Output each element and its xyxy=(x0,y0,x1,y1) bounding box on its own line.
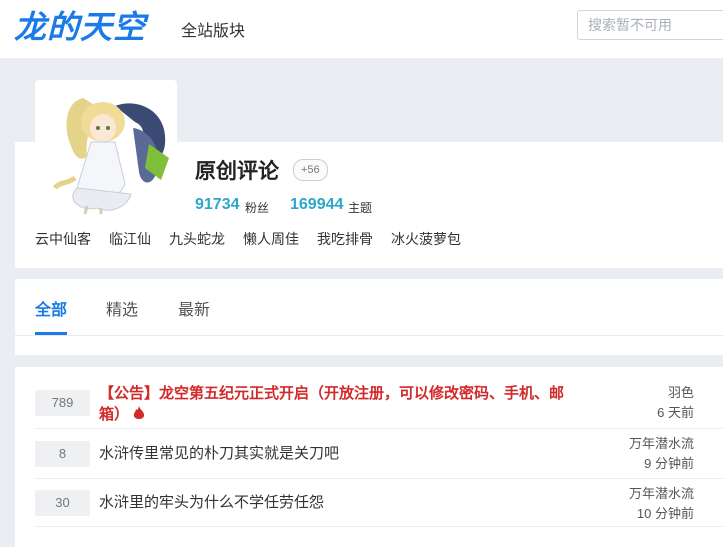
topics-label: 主题 xyxy=(348,201,373,215)
post-meta: 万年潜水流 9 分钟前 xyxy=(629,434,694,474)
fans-count: 91734 xyxy=(195,196,240,213)
all-sections-link[interactable]: 全站版块 xyxy=(181,17,245,41)
moderator-link[interactable]: 九头蛇龙 xyxy=(169,229,225,249)
row-divider xyxy=(35,478,723,479)
moderator-link[interactable]: 云中仙客 xyxy=(35,229,91,249)
moderator-link[interactable]: 临江仙 xyxy=(109,229,151,249)
forum-title: 原创评论 xyxy=(195,160,279,183)
post-author[interactable]: 羽色 xyxy=(657,383,694,403)
post-title-link[interactable]: 水浒传里常见的朴刀其实就是关刀吧 xyxy=(99,443,339,464)
post-author[interactable]: 万年潜水流 xyxy=(629,434,694,454)
post-time: 9 分钟前 xyxy=(644,456,694,471)
tab-all[interactable]: 全部 xyxy=(35,296,67,320)
forum-avatar xyxy=(45,88,171,214)
topics-count: 169944 xyxy=(290,196,344,213)
post-time: 10 分钟前 xyxy=(636,506,694,521)
tab-latest[interactable]: 最新 xyxy=(178,296,210,320)
post-meta: 羽色 6 天前 xyxy=(657,383,694,423)
post-title-link[interactable]: 水浒里的牢头为什么不学任劳任怨 xyxy=(99,492,324,513)
post-title-link[interactable]: 【公告】龙空第五纪元正式开启（开放注册，可以修改密码、手机、邮箱） xyxy=(99,383,579,425)
search-input[interactable] xyxy=(577,10,723,40)
reply-count: 8 xyxy=(35,441,90,467)
hot-flame-icon xyxy=(133,406,145,419)
row-divider xyxy=(35,428,723,429)
fans-label: 粉丝 xyxy=(245,201,270,215)
site-logo[interactable]: 龙的天空 xyxy=(14,8,146,46)
tab-featured[interactable]: 精选 xyxy=(106,296,138,320)
post-meta: 万年潜水流 10 分钟前 xyxy=(629,484,694,524)
follow-count-badge[interactable]: +56 xyxy=(293,159,328,181)
post-title-text: 【公告】龙空第五纪元正式开启（开放注册，可以修改密码、手机、邮箱） xyxy=(99,385,565,423)
reply-count: 789 xyxy=(35,390,90,416)
tab-divider xyxy=(15,335,723,336)
row-divider xyxy=(35,526,723,527)
moderator-link[interactable]: 懒人周佳 xyxy=(243,229,299,249)
moderator-list: 云中仙客 临江仙 九头蛇龙 懒人周佳 我吃排骨 冰火菠萝包 xyxy=(35,229,479,249)
post-author[interactable]: 万年潜水流 xyxy=(629,484,694,504)
moderator-link[interactable]: 我吃排骨 xyxy=(317,229,373,249)
reply-count: 30 xyxy=(35,490,90,516)
moderator-link[interactable]: 冰火菠萝包 xyxy=(391,229,461,249)
post-time: 6 天前 xyxy=(657,405,694,420)
